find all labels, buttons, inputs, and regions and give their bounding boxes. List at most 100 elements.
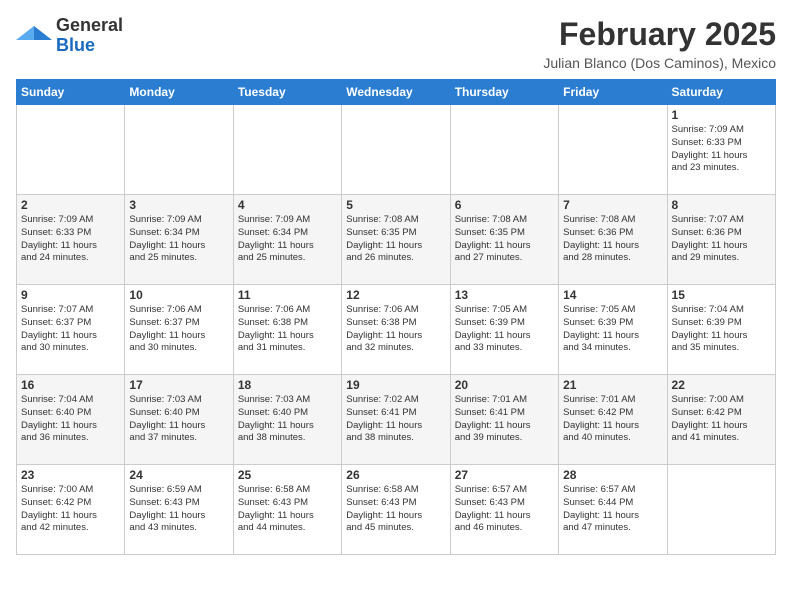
calendar-cell: 19 Sunrise: 7:02 AM Sunset: 6:41 PM Dayli… bbox=[342, 375, 450, 465]
calendar-cell bbox=[342, 105, 450, 195]
logo-text: General Blue bbox=[56, 16, 123, 56]
calendar-cell: 3 Sunrise: 7:09 AM Sunset: 6:34 PM Daylig… bbox=[125, 195, 233, 285]
logo-general-text: General bbox=[56, 15, 123, 35]
day-number: 19 bbox=[346, 378, 445, 392]
calendar-cell: 17 Sunrise: 7:03 AM Sunset: 6:40 PM Dayli… bbox=[125, 375, 233, 465]
day-number: 24 bbox=[129, 468, 228, 482]
calendar-week-row: 2 Sunrise: 7:09 AM Sunset: 6:33 PM Daylig… bbox=[17, 195, 776, 285]
day-info: Sunrise: 7:06 AM Sunset: 6:38 PM Dayligh… bbox=[346, 304, 445, 355]
day-number: 6 bbox=[455, 198, 554, 212]
calendar-cell: 5 Sunrise: 7:08 AM Sunset: 6:35 PM Daylig… bbox=[342, 195, 450, 285]
day-number: 27 bbox=[455, 468, 554, 482]
day-number: 1 bbox=[672, 108, 771, 122]
weekday-header: Tuesday bbox=[233, 80, 341, 105]
calendar-cell: 11 Sunrise: 7:06 AM Sunset: 6:38 PM Dayli… bbox=[233, 285, 341, 375]
day-number: 18 bbox=[238, 378, 337, 392]
calendar-cell: 18 Sunrise: 7:03 AM Sunset: 6:40 PM Dayli… bbox=[233, 375, 341, 465]
day-info: Sunrise: 7:06 AM Sunset: 6:37 PM Dayligh… bbox=[129, 304, 228, 355]
day-info: Sunrise: 7:08 AM Sunset: 6:35 PM Dayligh… bbox=[346, 214, 445, 265]
calendar-week-row: 16Sunrise: 7:04 AM Sunset: 6:40 PM Dayli… bbox=[17, 375, 776, 465]
day-info: Sunrise: 6:57 AM Sunset: 6:43 PM Dayligh… bbox=[455, 484, 554, 535]
calendar-cell: 22Sunrise: 7:00 AM Sunset: 6:42 PM Dayli… bbox=[667, 375, 775, 465]
calendar-cell: 23Sunrise: 7:00 AM Sunset: 6:42 PM Dayli… bbox=[17, 465, 125, 555]
day-number: 13 bbox=[455, 288, 554, 302]
day-number: 17 bbox=[129, 378, 228, 392]
day-info: Sunrise: 7:08 AM Sunset: 6:36 PM Dayligh… bbox=[563, 214, 662, 265]
day-number: 12 bbox=[346, 288, 445, 302]
calendar-week-row: 23Sunrise: 7:00 AM Sunset: 6:42 PM Dayli… bbox=[17, 465, 776, 555]
calendar-week-row: 1 Sunrise: 7:09 AM Sunset: 6:33 PM Daylig… bbox=[17, 105, 776, 195]
calendar-cell: 12 Sunrise: 7:06 AM Sunset: 6:38 PM Dayli… bbox=[342, 285, 450, 375]
day-number: 15 bbox=[672, 288, 771, 302]
calendar-cell: 26 Sunrise: 6:58 AM Sunset: 6:43 PM Dayli… bbox=[342, 465, 450, 555]
day-number: 21 bbox=[563, 378, 662, 392]
day-info: Sunrise: 7:06 AM Sunset: 6:38 PM Dayligh… bbox=[238, 304, 337, 355]
calendar-cell: 9Sunrise: 7:07 AM Sunset: 6:37 PM Daylig… bbox=[17, 285, 125, 375]
day-number: 10 bbox=[129, 288, 228, 302]
day-number: 25 bbox=[238, 468, 337, 482]
day-info: Sunrise: 7:05 AM Sunset: 6:39 PM Dayligh… bbox=[563, 304, 662, 355]
calendar-cell: 10 Sunrise: 7:06 AM Sunset: 6:37 PM Dayli… bbox=[125, 285, 233, 375]
calendar-cell: 16Sunrise: 7:04 AM Sunset: 6:40 PM Dayli… bbox=[17, 375, 125, 465]
day-number: 11 bbox=[238, 288, 337, 302]
calendar-header-row: SundayMondayTuesdayWednesdayThursdayFrid… bbox=[17, 80, 776, 105]
day-info: Sunrise: 7:09 AM Sunset: 6:33 PM Dayligh… bbox=[672, 124, 771, 175]
calendar-cell bbox=[450, 105, 558, 195]
day-number: 20 bbox=[455, 378, 554, 392]
logo-icon bbox=[16, 22, 52, 50]
calendar-cell: 28 Sunrise: 6:57 AM Sunset: 6:44 PM Dayli… bbox=[559, 465, 667, 555]
page-header: General Blue February 2025 Julian Blanco… bbox=[16, 16, 776, 71]
day-info: Sunrise: 6:58 AM Sunset: 6:43 PM Dayligh… bbox=[346, 484, 445, 535]
day-info: Sunrise: 7:03 AM Sunset: 6:40 PM Dayligh… bbox=[129, 394, 228, 445]
calendar-cell bbox=[17, 105, 125, 195]
calendar-cell bbox=[667, 465, 775, 555]
day-info: Sunrise: 7:08 AM Sunset: 6:35 PM Dayligh… bbox=[455, 214, 554, 265]
day-number: 5 bbox=[346, 198, 445, 212]
calendar-cell: 8Sunrise: 7:07 AM Sunset: 6:36 PM Daylig… bbox=[667, 195, 775, 285]
weekday-header: Monday bbox=[125, 80, 233, 105]
calendar-cell: 27 Sunrise: 6:57 AM Sunset: 6:43 PM Dayli… bbox=[450, 465, 558, 555]
day-info: Sunrise: 6:59 AM Sunset: 6:43 PM Dayligh… bbox=[129, 484, 228, 535]
day-info: Sunrise: 7:09 AM Sunset: 6:34 PM Dayligh… bbox=[238, 214, 337, 265]
weekday-header: Sunday bbox=[17, 80, 125, 105]
day-info: Sunrise: 6:58 AM Sunset: 6:43 PM Dayligh… bbox=[238, 484, 337, 535]
calendar-cell: 15Sunrise: 7:04 AM Sunset: 6:39 PM Dayli… bbox=[667, 285, 775, 375]
day-number: 3 bbox=[129, 198, 228, 212]
logo-blue-text: Blue bbox=[56, 35, 95, 55]
day-number: 26 bbox=[346, 468, 445, 482]
day-info: Sunrise: 7:01 AM Sunset: 6:41 PM Dayligh… bbox=[455, 394, 554, 445]
calendar-cell: 13 Sunrise: 7:05 AM Sunset: 6:39 PM Dayli… bbox=[450, 285, 558, 375]
day-info: Sunrise: 7:07 AM Sunset: 6:37 PM Dayligh… bbox=[21, 304, 120, 355]
weekday-header: Saturday bbox=[667, 80, 775, 105]
day-info: Sunrise: 7:07 AM Sunset: 6:36 PM Dayligh… bbox=[672, 214, 771, 265]
day-info: Sunrise: 7:03 AM Sunset: 6:40 PM Dayligh… bbox=[238, 394, 337, 445]
logo: General Blue bbox=[16, 16, 123, 56]
calendar-cell: 7 Sunrise: 7:08 AM Sunset: 6:36 PM Daylig… bbox=[559, 195, 667, 285]
weekday-header: Wednesday bbox=[342, 80, 450, 105]
calendar-cell: 4 Sunrise: 7:09 AM Sunset: 6:34 PM Daylig… bbox=[233, 195, 341, 285]
day-info: Sunrise: 7:05 AM Sunset: 6:39 PM Dayligh… bbox=[455, 304, 554, 355]
day-number: 2 bbox=[21, 198, 120, 212]
calendar-table: SundayMondayTuesdayWednesdayThursdayFrid… bbox=[16, 79, 776, 555]
weekday-header: Friday bbox=[559, 80, 667, 105]
day-info: Sunrise: 7:09 AM Sunset: 6:33 PM Dayligh… bbox=[21, 214, 120, 265]
calendar-cell: 24 Sunrise: 6:59 AM Sunset: 6:43 PM Dayli… bbox=[125, 465, 233, 555]
calendar-cell: 21Sunrise: 7:01 AM Sunset: 6:42 PM Dayli… bbox=[559, 375, 667, 465]
location-subtitle: Julian Blanco (Dos Caminos), Mexico bbox=[543, 55, 776, 71]
month-year-title: February 2025 bbox=[543, 16, 776, 53]
day-number: 7 bbox=[563, 198, 662, 212]
calendar-cell: 20 Sunrise: 7:01 AM Sunset: 6:41 PM Dayli… bbox=[450, 375, 558, 465]
day-number: 22 bbox=[672, 378, 771, 392]
calendar-week-row: 9Sunrise: 7:07 AM Sunset: 6:37 PM Daylig… bbox=[17, 285, 776, 375]
calendar-cell: 1 Sunrise: 7:09 AM Sunset: 6:33 PM Daylig… bbox=[667, 105, 775, 195]
day-info: Sunrise: 7:02 AM Sunset: 6:41 PM Dayligh… bbox=[346, 394, 445, 445]
calendar-cell: 14 Sunrise: 7:05 AM Sunset: 6:39 PM Dayli… bbox=[559, 285, 667, 375]
day-number: 28 bbox=[563, 468, 662, 482]
calendar-cell: 2 Sunrise: 7:09 AM Sunset: 6:33 PM Daylig… bbox=[17, 195, 125, 285]
day-info: Sunrise: 7:09 AM Sunset: 6:34 PM Dayligh… bbox=[129, 214, 228, 265]
day-number: 4 bbox=[238, 198, 337, 212]
day-info: Sunrise: 6:57 AM Sunset: 6:44 PM Dayligh… bbox=[563, 484, 662, 535]
day-number: 14 bbox=[563, 288, 662, 302]
title-block: February 2025 Julian Blanco (Dos Caminos… bbox=[543, 16, 776, 71]
calendar-cell bbox=[233, 105, 341, 195]
